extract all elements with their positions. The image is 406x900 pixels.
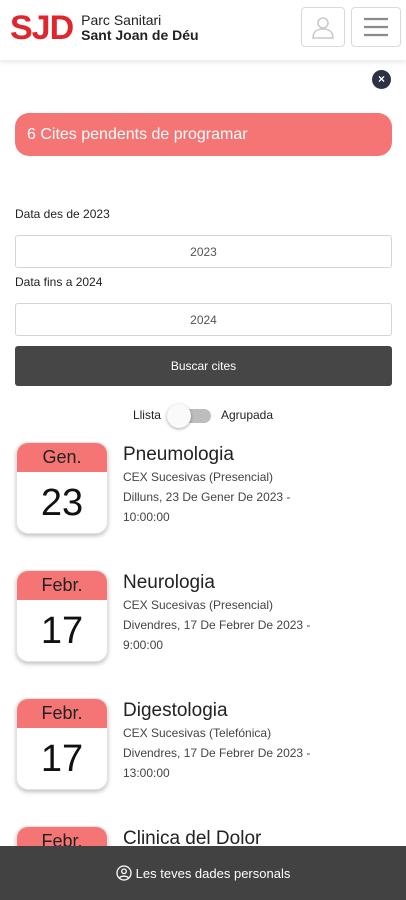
appointment-day: 23: [40, 482, 84, 524]
appointment-card[interactable]: Febr. 17 Digestologia CEX Sucesivas (Tel…: [15, 698, 395, 794]
appointment-month: Gen.: [17, 443, 107, 472]
appointment-time: 10:00:00: [123, 510, 170, 524]
date-from-field[interactable]: [15, 235, 392, 268]
appointment-details: Pneumologia CEX Sucesivas (Presencial) D…: [123, 442, 353, 527]
calendar-date-icon: Gen. 23: [16, 442, 108, 534]
appointment-month: Febr.: [17, 699, 107, 728]
appointment-details: Digestologia CEX Sucesivas (Telefónica) …: [123, 698, 353, 783]
app-header: SJD Parc Sanitari Sant Joan de Déu: [0, 0, 406, 60]
date-to-field[interactable]: [15, 303, 392, 336]
appointment-time: 13:00:00: [123, 766, 170, 780]
appointment-date: Dilluns, 23 De Gener De 2023 -: [123, 490, 291, 504]
appointment-specialty: Neurologia: [123, 572, 215, 593]
grouped-view-label: Agrupada: [220, 408, 274, 422]
calendar-date-icon: Febr. 17: [16, 698, 108, 790]
hamburger-menu-icon: [364, 17, 388, 37]
logo-mark: SJD: [10, 9, 74, 47]
appointment-specialty: Digestologia: [123, 700, 228, 721]
sjd-logo[interactable]: SJD Parc Sanitari Sant Joan de Déu: [10, 10, 199, 46]
date-to-label: Data fins a 2024: [15, 275, 103, 289]
appointment-time: 9:00:00: [123, 638, 164, 652]
appointment-card[interactable]: Gen. 23 Pneumologia CEX Sucesivas (Prese…: [15, 442, 395, 538]
appointment-day: 17: [40, 738, 84, 780]
list-view-label: Llista: [132, 408, 161, 422]
appointment-card[interactable]: Febr. 17 Neurologia CEX Sucesivas (Prese…: [15, 570, 395, 666]
date-from-label: Data des de 2023: [15, 207, 110, 221]
user-button[interactable]: [301, 7, 345, 47]
user-icon: [312, 17, 334, 39]
search-appointments-button[interactable]: Buscar cites: [15, 346, 392, 386]
footer-label: Les teves dades personals: [135, 865, 291, 881]
view-toggle-row: Llista Agrupada: [0, 402, 406, 428]
view-toggle-switch[interactable]: [166, 403, 213, 428]
logo-text: Parc Sanitari Sant Joan de Déu: [81, 13, 198, 43]
user-circle-icon: [116, 865, 132, 881]
logo-line-2: Sant Joan de Déu: [81, 27, 199, 43]
menu-button[interactable]: [351, 7, 401, 47]
appointment-month: Febr.: [17, 571, 107, 600]
appointment-date: Divendres, 17 De Febrer De 2023 -: [123, 746, 311, 760]
appointment-type: CEX Sucesivas (Telefónica): [123, 726, 272, 740]
logo-line-1: Parc Sanitari: [81, 12, 162, 28]
calendar-date-icon: Febr. 17: [16, 570, 108, 662]
appointment-details: Neurologia CEX Sucesivas (Presencial) Di…: [123, 570, 353, 655]
personal-data-footer[interactable]: Les teves dades personals: [0, 846, 406, 900]
appointment-type: CEX Sucesivas (Presencial): [123, 598, 274, 612]
close-icon[interactable]: ×: [372, 70, 391, 89]
appointment-type: CEX Sucesivas (Presencial): [123, 470, 274, 484]
appointment-date: Divendres, 17 De Febrer De 2023 -: [123, 618, 311, 632]
appointment-day: 17: [40, 610, 84, 652]
appointment-specialty: Pneumologia: [123, 444, 234, 465]
pending-appointments-banner[interactable]: 6 Cites pendents de programar: [15, 113, 392, 156]
